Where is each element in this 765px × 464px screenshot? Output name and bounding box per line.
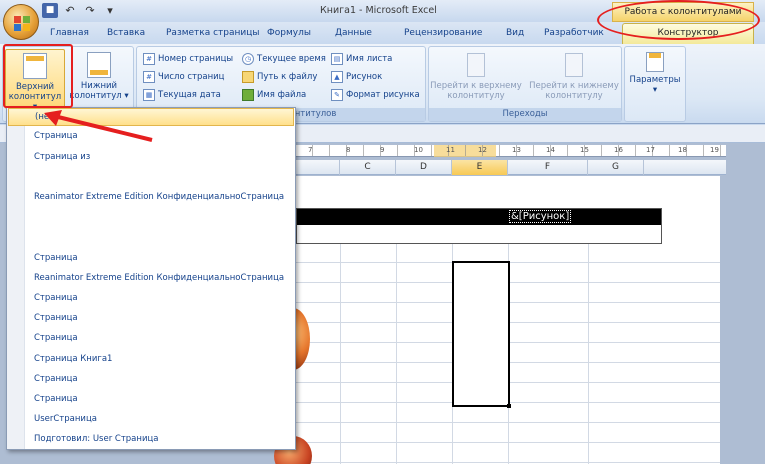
- resize-handle[interactable]: [507, 404, 511, 408]
- header-dropdown-menu: (нет) Страница Страница из Reanimator Ex…: [6, 107, 296, 450]
- excel-file-icon: [242, 89, 254, 101]
- ruler-number: 11: [446, 146, 455, 154]
- horizontal-ruler: 7 8 9 10 11 12 13 14 15 16 17 18 19: [296, 145, 726, 157]
- sheet-name-button[interactable]: ▤ Имя листа: [331, 51, 392, 67]
- menu-item[interactable]: Страница: [8, 309, 294, 327]
- folder-icon: [242, 71, 254, 83]
- current-time-button[interactable]: ◷ Текущее время: [242, 51, 326, 67]
- ruler-number: 12: [478, 146, 487, 154]
- ruler-number: 10: [414, 146, 423, 154]
- current-date-button[interactable]: ▦ Текущая дата: [143, 87, 221, 103]
- page-count-icon: #: [143, 71, 155, 83]
- tab-view[interactable]: Вид: [506, 28, 524, 38]
- page-number-icon: #: [143, 53, 155, 65]
- quick-access-toolbar: ■ ↶ ↷ ▾: [42, 3, 118, 18]
- tab-data[interactable]: Данные: [335, 28, 372, 38]
- current-date-label: Текущая дата: [158, 90, 221, 100]
- options-button[interactable]: Параметры ▾: [625, 49, 685, 109]
- ruler-number: 13: [512, 146, 521, 154]
- ruler-number: 17: [646, 146, 655, 154]
- sheet-icon: ▤: [331, 53, 343, 65]
- page-number-button[interactable]: # Номер страницы: [143, 51, 233, 67]
- goto-footer-button[interactable]: Перейти к нижнему колонтитулу: [525, 53, 623, 101]
- menu-item[interactable]: Страница: [8, 289, 294, 307]
- goto-header-label: Перейти к верхнему колонтитулу: [430, 81, 522, 101]
- ruler-number: 18: [678, 146, 687, 154]
- tab-review[interactable]: Рецензирование: [404, 28, 482, 38]
- ruler-number: 16: [614, 146, 623, 154]
- menu-item[interactable]: Reanimator Extreme Edition Конфиденциаль…: [8, 269, 294, 287]
- nav-group-label: Переходы: [429, 108, 621, 121]
- selected-cell-box[interactable]: [452, 261, 511, 408]
- ruler-number: 14: [546, 146, 555, 154]
- file-name-label: Имя файла: [257, 90, 307, 100]
- picture-label: Рисунок: [346, 72, 383, 82]
- menu-item[interactable]: Страница: [8, 370, 294, 388]
- footer-icon: [87, 52, 111, 78]
- column-header-e[interactable]: E: [452, 160, 508, 175]
- tab-insert[interactable]: Вставка: [107, 28, 145, 38]
- clock-icon: ◷: [242, 53, 254, 65]
- ruler-number: 9: [380, 146, 385, 154]
- page-number-label: Номер страницы: [158, 54, 234, 64]
- format-picture-icon: ✎: [331, 89, 343, 101]
- ruler-number: 19: [710, 146, 719, 154]
- tab-home[interactable]: Главная: [50, 28, 89, 38]
- ruler-number: 7: [308, 146, 313, 154]
- group-navigation: Перейти к верхнему колонтитулу Перейти к…: [428, 46, 622, 122]
- file-path-button[interactable]: Путь к файлу: [242, 69, 317, 85]
- menu-item[interactable]: Страница: [8, 329, 294, 347]
- picture-icon: ▲: [331, 71, 343, 83]
- current-time-label: Текущее время: [257, 54, 326, 64]
- menu-item[interactable]: Страница Книга1: [8, 350, 294, 368]
- office-logo-icon: [14, 16, 30, 31]
- file-path-label: Путь к файлу: [257, 72, 318, 82]
- page-count-label: Число страниц: [158, 72, 225, 82]
- qat-more-icon[interactable]: ▾: [102, 3, 118, 18]
- menu-item[interactable]: UserСтраница: [8, 410, 294, 428]
- column-header-g[interactable]: G: [588, 160, 644, 175]
- group-options: Параметры ▾: [624, 46, 686, 122]
- goto-footer-icon: [565, 53, 583, 77]
- calendar-icon: ▦: [143, 89, 155, 101]
- menu-item[interactable]: Страница: [8, 249, 294, 267]
- format-picture-button[interactable]: ✎ Формат рисунка: [331, 87, 420, 103]
- goto-header-icon: [467, 53, 485, 77]
- options-label: Параметры: [629, 75, 681, 85]
- menu-item[interactable]: Страница из: [8, 148, 294, 166]
- column-headers: C D E F G: [296, 160, 726, 175]
- footer-button-label: Нижний колонтитул: [69, 81, 122, 101]
- tab-page-layout[interactable]: Разметка страницы: [166, 28, 260, 38]
- menu-item[interactable]: Страница: [8, 390, 294, 408]
- header-field-code[interactable]: &[Рисунок]: [509, 210, 572, 223]
- office-button[interactable]: [3, 4, 39, 40]
- ruler-number: 15: [580, 146, 589, 154]
- ruler-number: 8: [346, 146, 351, 154]
- file-name-button[interactable]: Имя файла: [242, 87, 306, 103]
- column-header-c[interactable]: C: [340, 160, 396, 175]
- annotation-rectangle: [3, 44, 73, 108]
- picture-button[interactable]: ▲ Рисунок: [331, 69, 382, 85]
- menu-item[interactable]: Подготовил: User Страница: [8, 430, 294, 448]
- options-icon: [646, 52, 664, 72]
- menu-item[interactable]: Reanimator Extreme Edition Конфиденциаль…: [8, 188, 294, 206]
- window-title: Книга1 - Microsoft Excel: [320, 5, 437, 16]
- save-icon[interactable]: ■: [42, 3, 58, 18]
- goto-footer-label: Перейти к нижнему колонтитулу: [529, 81, 619, 101]
- goto-header-button[interactable]: Перейти к верхнему колонтитулу: [427, 53, 525, 101]
- column-header-d[interactable]: D: [396, 160, 452, 175]
- sheet-name-label: Имя листа: [346, 54, 393, 64]
- format-picture-label: Формат рисунка: [346, 90, 420, 100]
- annotation-arrow-icon: [44, 110, 153, 142]
- page-count-button[interactable]: # Число страниц: [143, 69, 224, 85]
- redo-icon[interactable]: ↷: [82, 3, 98, 18]
- undo-icon[interactable]: ↶: [62, 3, 78, 18]
- tab-formulas[interactable]: Формулы: [267, 28, 311, 38]
- annotation-ellipse: [597, 0, 760, 40]
- header-section[interactable]: &[Рисунок]: [296, 208, 662, 244]
- tab-developer[interactable]: Разработчик: [544, 28, 604, 38]
- footer-button[interactable]: Нижний колонтитул ▾: [69, 49, 129, 109]
- column-header-f[interactable]: F: [508, 160, 588, 175]
